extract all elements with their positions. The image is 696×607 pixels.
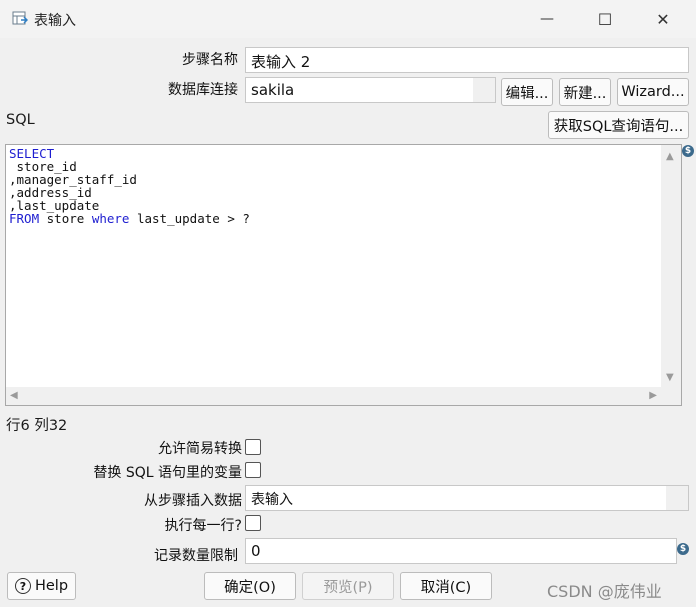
- sql-line: FROM store where last_update > ?: [9, 211, 250, 226]
- sql-editor[interactable]: SELECT store_id ,manager_staff_id ,address…: [5, 144, 682, 406]
- replace-variables-label: 替换 SQL 语句里的变量: [93, 465, 242, 481]
- ok-button[interactable]: 确定(O): [204, 572, 296, 600]
- minimize-button[interactable]: —: [524, 2, 570, 36]
- scroll-down-icon[interactable]: ▼: [666, 372, 674, 383]
- variable-icon: $: [677, 543, 689, 555]
- replace-variables-checkbox[interactable]: [245, 462, 261, 478]
- db-connection-label: 数据库连接: [168, 82, 238, 98]
- scroll-left-icon[interactable]: ◀: [10, 390, 18, 401]
- title-bar: 表输入 — ☐ ✕: [0, 0, 696, 38]
- insert-from-step-label: 从步骤插入数据: [144, 493, 242, 509]
- edit-connection-button[interactable]: 编辑...: [501, 78, 553, 106]
- close-button[interactable]: ✕: [640, 2, 686, 36]
- close-icon: ✕: [656, 9, 670, 29]
- maximize-icon: ☐: [597, 9, 613, 29]
- help-label: Help: [34, 578, 69, 594]
- new-connection-button[interactable]: 新建...: [559, 78, 611, 106]
- scroll-up-icon[interactable]: ▲: [666, 151, 674, 162]
- sql-code[interactable]: SELECT store_id ,manager_staff_id ,address…: [9, 147, 250, 225]
- execute-each-row-checkbox[interactable]: [245, 515, 261, 531]
- db-connection-value: sakila: [251, 81, 295, 99]
- cursor-position: 行6 列32: [6, 418, 68, 434]
- cancel-button[interactable]: 取消(C): [400, 572, 492, 600]
- scroll-right-icon[interactable]: ▶: [649, 390, 657, 401]
- vertical-scrollbar[interactable]: ▲ ▼: [661, 145, 681, 387]
- insert-from-step-select[interactable]: 表输入: [245, 485, 689, 511]
- wizard-button[interactable]: Wizard...: [617, 78, 689, 106]
- get-sql-button[interactable]: 获取SQL查询语句...: [548, 111, 689, 139]
- db-connection-select[interactable]: sakila: [245, 77, 496, 103]
- horizontal-scrollbar[interactable]: ◀ ▶: [6, 387, 661, 405]
- lazy-conversion-label: 允许简易转换: [158, 441, 242, 457]
- help-button[interactable]: ? Help: [7, 572, 76, 600]
- dropdown-button[interactable]: [666, 486, 688, 510]
- insert-from-step-value: 表输入: [251, 492, 293, 508]
- limit-input[interactable]: 0: [245, 538, 677, 564]
- watermark: CSDN @庞伟业: [547, 582, 662, 601]
- step-name-input[interactable]: 表输入 2: [245, 47, 689, 73]
- step-name-label: 步骤名称: [182, 52, 238, 68]
- lazy-conversion-checkbox[interactable]: [245, 439, 261, 455]
- scrollbar-corner: [661, 387, 681, 405]
- maximize-button[interactable]: ☐: [582, 2, 628, 36]
- minimize-icon: —: [540, 11, 554, 27]
- execute-each-row-label: 执行每一行?: [164, 518, 242, 534]
- variable-icon: $: [682, 145, 694, 157]
- help-icon: ?: [14, 578, 31, 594]
- sql-label: SQL: [6, 112, 35, 128]
- dropdown-button[interactable]: [473, 78, 495, 102]
- window-title: 表输入: [34, 13, 76, 29]
- table-input-icon: [12, 11, 28, 25]
- preview-button[interactable]: 预览(P): [302, 572, 394, 600]
- limit-label: 记录数量限制: [154, 548, 238, 564]
